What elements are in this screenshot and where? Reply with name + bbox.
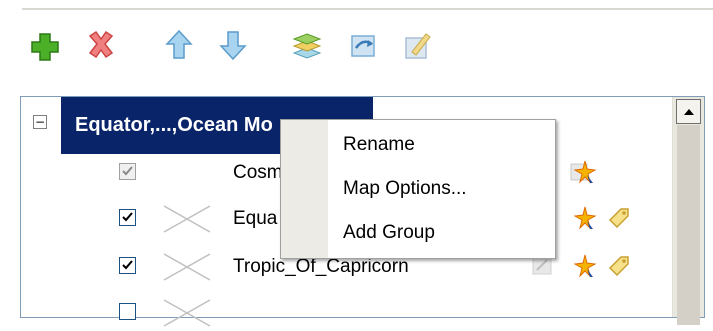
layer-checkbox[interactable] xyxy=(119,163,136,180)
scroll-up-button[interactable] xyxy=(676,99,701,124)
menu-item-rename[interactable]: Rename xyxy=(343,134,415,156)
move-up-icon xyxy=(165,29,193,59)
edit-map-button[interactable] xyxy=(400,26,434,64)
add-icon xyxy=(31,33,59,61)
layer-name: Equa xyxy=(233,208,278,229)
layer-properties-button[interactable] xyxy=(290,26,324,64)
arrow-up-icon xyxy=(683,108,694,115)
checkmark-icon xyxy=(122,166,133,176)
line-geometry-icon xyxy=(163,205,211,233)
layer-checkbox[interactable] xyxy=(119,209,136,226)
line-geometry-icon xyxy=(163,253,211,281)
checkmark-icon xyxy=(122,212,133,222)
layers-icon xyxy=(292,33,322,59)
separator-line xyxy=(22,8,713,10)
map-edit-icon xyxy=(405,33,431,59)
menu-icon-gutter xyxy=(281,120,328,258)
refresh-map-button[interactable] xyxy=(346,26,380,64)
move-down-icon xyxy=(219,31,247,61)
scroll-thumb[interactable] xyxy=(677,125,700,325)
context-menu: Rename Map Options... Add Group xyxy=(280,119,556,259)
layer-checkbox[interactable] xyxy=(119,303,136,320)
add-layer-button[interactable] xyxy=(28,26,62,64)
vertical-scrollbar[interactable] xyxy=(672,97,704,325)
menu-item-map-options[interactable]: Map Options... xyxy=(343,178,467,200)
line-geometry-icon xyxy=(163,299,211,327)
menu-item-add-group[interactable]: Add Group xyxy=(343,222,435,244)
layer-name: Cosm xyxy=(233,162,283,183)
tag-icon[interactable] xyxy=(607,254,631,278)
map-refresh-icon xyxy=(351,35,375,57)
sparkle-icon[interactable] xyxy=(573,254,597,278)
layer-row[interactable] xyxy=(21,295,671,331)
sparkle-icon[interactable] xyxy=(573,160,597,184)
move-down-button[interactable] xyxy=(216,26,250,64)
layer-checkbox[interactable] xyxy=(119,257,136,274)
remove-layer-button[interactable] xyxy=(84,26,118,64)
tag-icon[interactable] xyxy=(607,206,631,230)
move-up-button[interactable] xyxy=(162,26,196,64)
collapse-toggle[interactable]: − xyxy=(33,115,47,129)
delete-icon xyxy=(88,30,114,59)
sparkle-icon[interactable] xyxy=(573,206,597,230)
checkmark-icon xyxy=(122,260,133,270)
